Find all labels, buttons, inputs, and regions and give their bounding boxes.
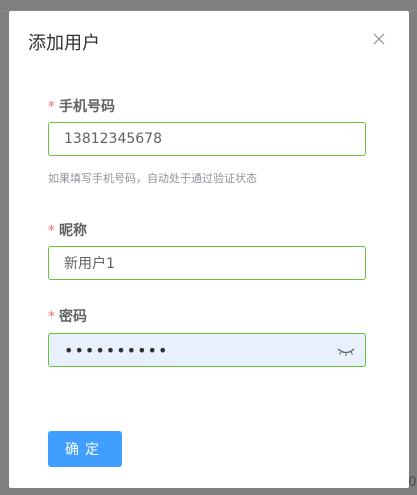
nickname-input[interactable]: 新用户1 (48, 246, 366, 280)
nickname-label: * 昵称 (48, 220, 87, 240)
required-mark: * (48, 309, 55, 325)
password-label: * 密码 (48, 306, 87, 326)
phone-hint: 如果填写手机号码，自动处于通过验证状态 (48, 172, 257, 185)
eye-closed-icon[interactable] (337, 344, 355, 358)
password-value: •••••••••• (64, 340, 169, 360)
phone-input[interactable]: 13812345678 (48, 122, 366, 156)
add-user-dialog: 添加用户 * 手机号码 13812345678 如果填写手机号码，自动处于通过验证… (9, 11, 409, 488)
phone-value: 13812345678 (64, 131, 162, 147)
password-label-text: 密码 (59, 309, 87, 325)
required-mark: * (48, 223, 55, 239)
required-mark: * (48, 99, 55, 115)
close-icon (373, 33, 385, 45)
phone-label: * 手机号码 (48, 96, 115, 116)
nickname-label-text: 昵称 (59, 223, 87, 239)
nickname-value: 新用户1 (64, 256, 115, 272)
password-input[interactable]: •••••••••• (48, 333, 366, 367)
close-button[interactable] (367, 27, 391, 51)
confirm-button[interactable]: 确定 (48, 431, 122, 467)
dialog-title: 添加用户 (28, 33, 100, 54)
phone-label-text: 手机号码 (59, 99, 115, 115)
